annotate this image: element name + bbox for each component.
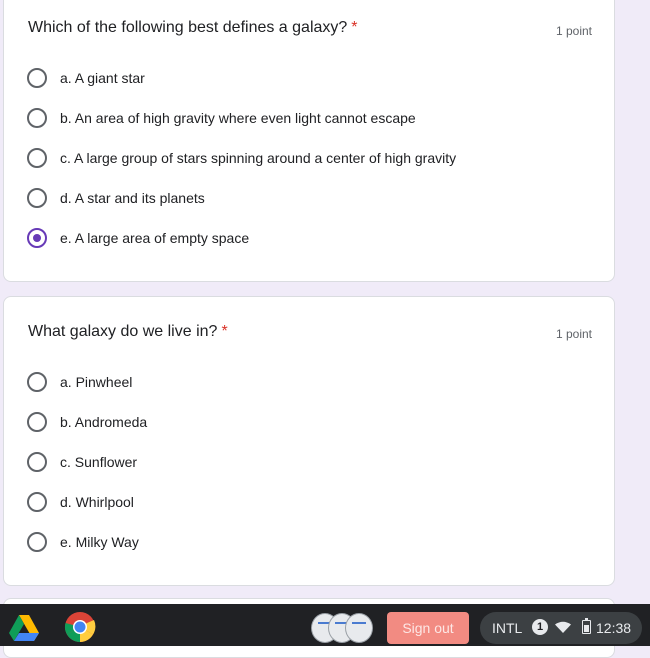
- option-d[interactable]: d. A star and its planets: [27, 186, 205, 210]
- option-label: d. A star and its planets: [60, 190, 205, 206]
- radio-button[interactable]: [27, 372, 47, 392]
- notification-count-badge: 1: [532, 619, 548, 635]
- question-title: Which of the following best defines a ga…: [28, 19, 358, 36]
- option-e[interactable]: e. Milky Way: [27, 530, 139, 554]
- status-tray[interactable]: INTL 1 12:38: [480, 612, 642, 644]
- radio-button[interactable]: [27, 188, 47, 208]
- chrome-icon[interactable]: [64, 611, 96, 643]
- option-label: d. Whirlpool: [60, 494, 134, 510]
- radio-button[interactable]: [27, 108, 47, 128]
- battery-icon: [582, 618, 591, 634]
- question-card-our-galaxy: What galaxy do we live in? * 1 point a. P…: [3, 296, 615, 586]
- radio-button[interactable]: [27, 492, 47, 512]
- option-c[interactable]: c. Sunflower: [27, 450, 137, 474]
- google-drive-icon[interactable]: [8, 611, 40, 643]
- option-c[interactable]: c. A large group of stars spinning aroun…: [27, 146, 456, 170]
- option-d[interactable]: d. Whirlpool: [27, 490, 134, 514]
- question-title: What galaxy do we live in? *: [28, 323, 228, 340]
- option-a[interactable]: a. A giant star: [27, 66, 145, 90]
- option-e[interactable]: e. A large area of empty space: [27, 226, 249, 250]
- input-method-indicator: INTL: [492, 620, 523, 636]
- system-shelf: Sign out INTL 1 12:38: [0, 604, 650, 646]
- option-label: b. An area of high gravity where even li…: [60, 110, 416, 126]
- radio-button[interactable]: [27, 412, 47, 432]
- option-label: b. Andromeda: [60, 414, 148, 430]
- points-label: 1 point: [555, 327, 592, 341]
- wifi-icon: [555, 621, 571, 633]
- option-label: c. A large group of stars spinning aroun…: [60, 150, 457, 166]
- window-thumbnail[interactable]: [345, 613, 373, 643]
- required-asterisk: *: [351, 19, 358, 36]
- sign-out-button[interactable]: Sign out: [387, 612, 469, 644]
- option-label: a. A giant star: [60, 70, 145, 86]
- option-a[interactable]: a. Pinwheel: [27, 370, 132, 394]
- required-asterisk: *: [221, 323, 228, 340]
- option-b[interactable]: b. Andromeda: [27, 410, 147, 434]
- radio-button[interactable]: [27, 68, 47, 88]
- open-windows-thumbnails[interactable]: [311, 613, 373, 643]
- option-label: a. Pinwheel: [60, 374, 133, 390]
- option-label: e. Milky Way: [60, 534, 139, 550]
- radio-button-selected[interactable]: [27, 228, 47, 248]
- option-label: e. A large area of empty space: [60, 230, 250, 246]
- points-label: 1 point: [555, 24, 592, 38]
- radio-button[interactable]: [27, 532, 47, 552]
- radio-button[interactable]: [27, 452, 47, 472]
- radio-button[interactable]: [27, 148, 47, 168]
- clock: 12:38: [596, 620, 632, 636]
- option-b[interactable]: b. An area of high gravity where even li…: [27, 106, 416, 130]
- option-label: c. Sunflower: [60, 454, 138, 470]
- question-card-galaxy-definition: Which of the following best defines a ga…: [3, 0, 615, 282]
